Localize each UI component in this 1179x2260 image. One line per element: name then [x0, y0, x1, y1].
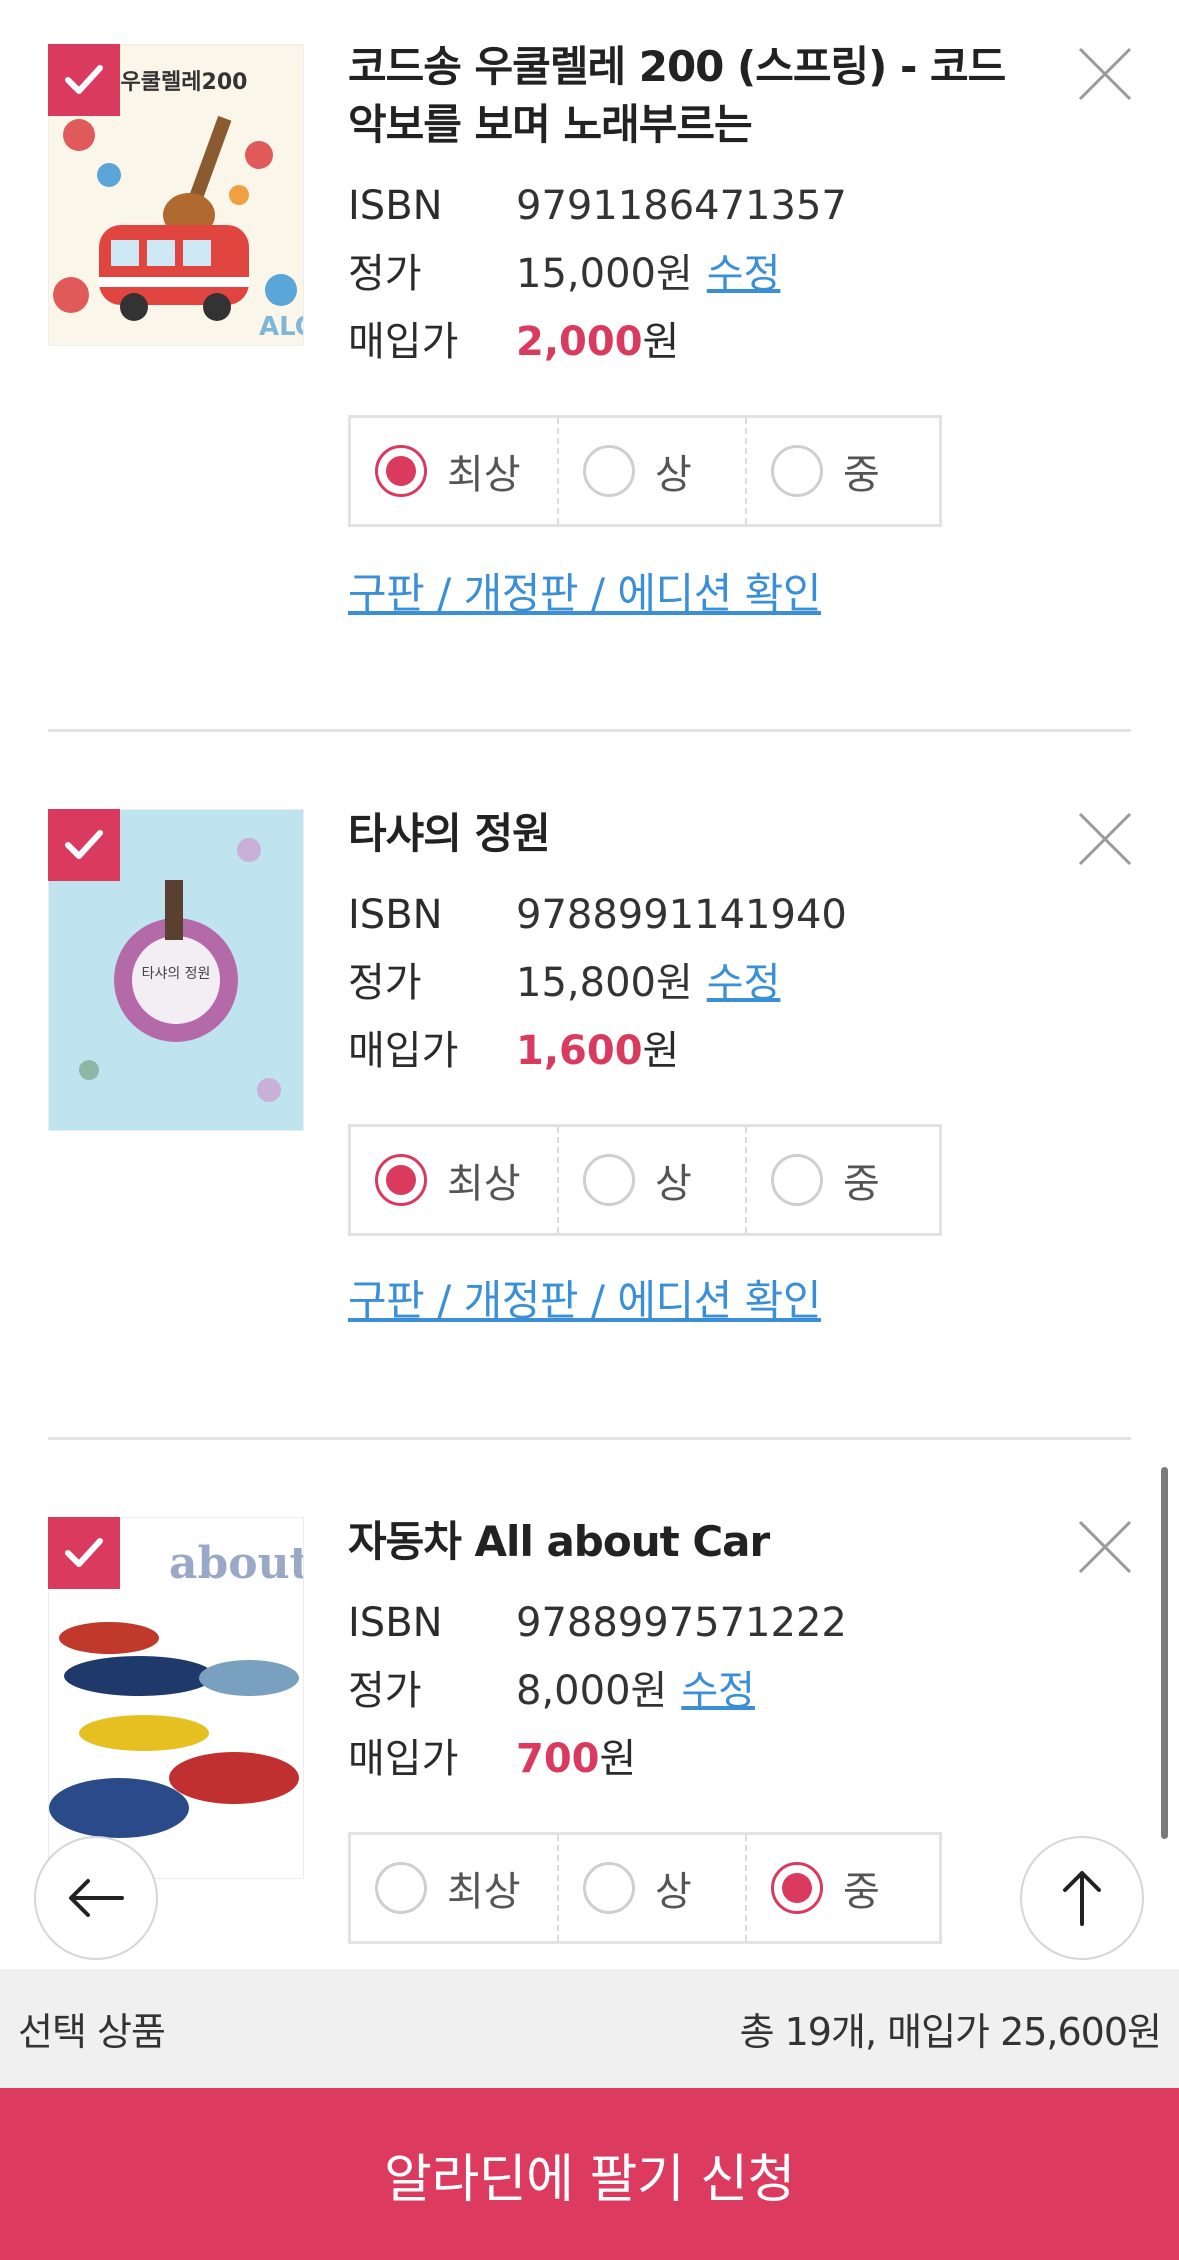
condition-option-best[interactable]: 최상	[351, 1127, 557, 1233]
isbn-label: ISBN	[348, 1600, 443, 1646]
radio-selected-icon	[375, 1154, 427, 1206]
buy-price-value: 2,000	[516, 319, 643, 365]
isbn-label: ISBN	[348, 183, 443, 229]
isbn-value: 9791186471357	[516, 183, 847, 229]
radio-icon	[375, 1862, 427, 1914]
close-icon	[1078, 1520, 1132, 1574]
condition-label: 중	[843, 452, 880, 498]
list-price-label: 정가	[348, 251, 422, 297]
condition-label: 중	[843, 1161, 880, 1207]
currency-unit: 원	[642, 319, 680, 365]
currency-unit: 원	[642, 1028, 680, 1074]
isbn-value: 9788997571222	[516, 1600, 847, 1646]
close-icon	[1078, 47, 1132, 101]
edition-check-link[interactable]: 구판 / 개정판 / 에디션 확인	[348, 560, 821, 621]
edit-price-link[interactable]: 수정	[681, 1668, 755, 1714]
condition-label: 상	[655, 1869, 692, 1915]
buy-price-value: 700	[516, 1736, 600, 1782]
list-price-label: 정가	[348, 960, 422, 1006]
remove-button[interactable]	[1075, 44, 1135, 104]
condition-option-fair[interactable]: 중	[745, 418, 939, 524]
condition-option-fair[interactable]: 중	[745, 1835, 939, 1941]
list-price-row: 정가 8,000원 수정	[348, 1663, 755, 1719]
condition-option-fair[interactable]: 중	[745, 1127, 939, 1233]
buy-price-value: 1,600	[516, 1028, 643, 1074]
svg-text:ALOH: ALOH	[259, 312, 303, 342]
close-icon	[1078, 812, 1132, 866]
edit-price-link[interactable]: 수정	[707, 251, 781, 297]
condition-option-good[interactable]: 상	[557, 1127, 745, 1233]
condition-label: 상	[655, 452, 692, 498]
list-price-label: 정가	[348, 1668, 422, 1714]
divider	[48, 729, 1131, 732]
condition-selector: 최상 상 중	[348, 415, 942, 527]
check-icon	[65, 65, 103, 94]
arrow-up-icon	[1063, 1871, 1101, 1926]
condition-label: 상	[655, 1161, 692, 1207]
radio-selected-icon	[771, 1862, 823, 1914]
back-button[interactable]	[34, 1836, 158, 1960]
radio-icon	[771, 1154, 823, 1206]
remove-button[interactable]	[1075, 1517, 1135, 1577]
edition-check-link[interactable]: 구판 / 개정판 / 에디션 확인	[348, 1267, 821, 1328]
cover-title-text: about CAR 자동차	[169, 1538, 303, 1589]
isbn-row: ISBN 9791186471357	[348, 178, 847, 234]
condition-label: 최상	[447, 452, 521, 498]
edit-price-link[interactable]: 수정	[707, 960, 781, 1006]
isbn-row: ISBN 9788997571222	[348, 1595, 847, 1651]
check-icon	[65, 830, 103, 859]
cover-title-text: 우쿨렐레200	[121, 70, 248, 95]
isbn-value: 9788991141940	[516, 892, 847, 938]
arrow-left-icon	[69, 1879, 124, 1917]
cover-title-text: 타샤의 정원	[142, 966, 211, 982]
list-price-value: 15,000원	[516, 251, 693, 297]
book-title[interactable]: 코드송 우쿨렐레 200 (스프링) - 코드악보를 보며 노래부르는	[348, 38, 1008, 154]
condition-option-best[interactable]: 최상	[351, 1835, 557, 1941]
selection-summary-bar: 선택 상품 총 19개, 매입가 25,600원	[0, 1969, 1179, 2088]
isbn-row: ISBN 9788991141940	[348, 887, 847, 943]
remove-button[interactable]	[1075, 809, 1135, 869]
list-price-value: 15,800원	[516, 960, 693, 1006]
book-title[interactable]: 자동차 All about Car	[348, 1513, 1008, 1571]
buy-price-row: 매입가 2,000원	[348, 314, 679, 370]
buy-price-label: 매입가	[348, 1028, 459, 1074]
condition-label: 중	[843, 1869, 880, 1915]
radio-icon	[583, 1862, 635, 1914]
scrollbar[interactable]	[1161, 1467, 1168, 1839]
condition-selector: 최상 상 중	[348, 1832, 942, 1944]
isbn-label: ISBN	[348, 892, 443, 938]
radio-selected-icon	[375, 445, 427, 497]
check-icon	[65, 1538, 103, 1567]
book-title[interactable]: 타샤의 정원	[348, 805, 1008, 863]
select-checkbox[interactable]	[48, 809, 120, 881]
buy-price-label: 매입가	[348, 319, 459, 365]
radio-icon	[771, 445, 823, 497]
sell-request-button[interactable]: 알라딘에 팔기 신청	[0, 2088, 1179, 2260]
select-checkbox[interactable]	[48, 1517, 120, 1589]
divider	[48, 1437, 1131, 1440]
summary-total: 총 19개, 매입가 25,600원	[739, 2010, 1162, 2054]
buy-price-label: 매입가	[348, 1736, 459, 1782]
list-price-row: 정가 15,800원 수정	[348, 955, 780, 1011]
condition-option-good[interactable]: 상	[557, 418, 745, 524]
summary-label: 선택 상품	[18, 2010, 166, 2054]
condition-label: 최상	[447, 1869, 521, 1915]
condition-selector: 최상 상 중	[348, 1124, 942, 1236]
select-checkbox[interactable]	[48, 44, 120, 116]
condition-option-good[interactable]: 상	[557, 1835, 745, 1941]
list-price-row: 정가 15,000원 수정	[348, 246, 780, 302]
condition-label: 최상	[447, 1161, 521, 1207]
radio-icon	[583, 445, 635, 497]
currency-unit: 원	[599, 1736, 637, 1782]
buy-price-row: 매입가 1,600원	[348, 1023, 679, 1079]
condition-option-best[interactable]: 최상	[351, 418, 557, 524]
list-price-value: 8,000원	[516, 1668, 668, 1714]
scroll-top-button[interactable]	[1020, 1836, 1144, 1960]
radio-icon	[583, 1154, 635, 1206]
buy-price-row: 매입가 700원	[348, 1731, 636, 1787]
